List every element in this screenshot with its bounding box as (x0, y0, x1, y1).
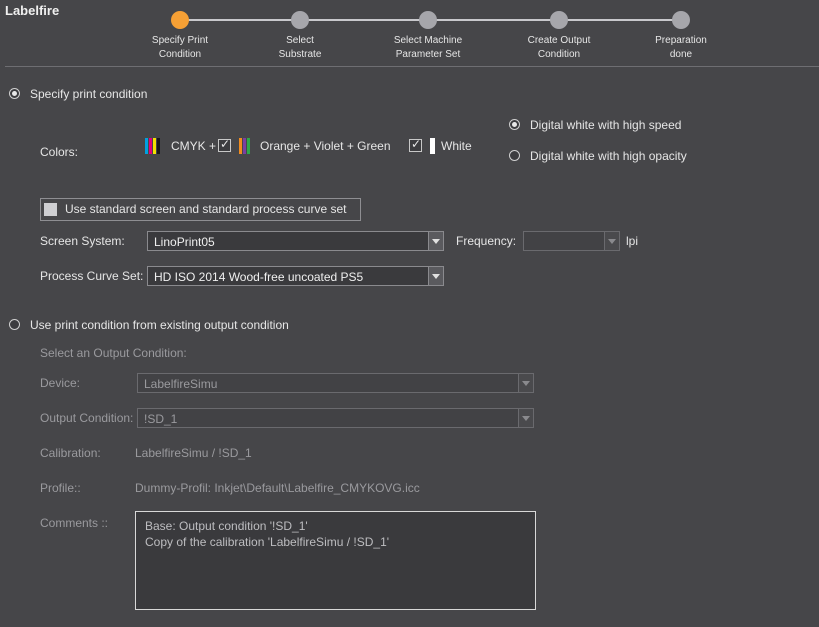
screen-system-label: Screen System: (40, 234, 125, 248)
device-label: Device: (40, 376, 81, 390)
wizard-connector (436, 19, 551, 21)
calibration-value: LabelfireSimu / !SD_1 (135, 446, 252, 460)
output-condition-select[interactable]: !SD_1 (137, 408, 534, 428)
orange-violet-green-checkbox[interactable] (218, 137, 231, 152)
step-label-line: Condition (537, 49, 581, 60)
comments-label: Comments :: (40, 516, 109, 530)
step-label-line: Specify Print (151, 35, 209, 46)
screen-system-select[interactable]: LinoPrint05 (147, 231, 444, 251)
process-curve-value: HD ISO 2014 Wood-free uncoated PS5 (154, 270, 364, 284)
device-value: LabelfireSimu (144, 377, 218, 391)
device-select[interactable]: LabelfireSimu (137, 373, 534, 393)
comments-line: Base: Output condition '!SD_1' (145, 519, 308, 533)
process-curve-label: Process Curve Set: (40, 269, 144, 283)
wizard-step-3-label[interactable]: Select Machine Parameter Set (373, 34, 483, 62)
chevron-down-icon[interactable] (428, 267, 443, 285)
white-high-speed-radio[interactable] (509, 119, 520, 130)
profile-value: Dummy-Profil: Inkjet\Default\Labelfire_C… (135, 481, 420, 495)
wizard-step-4-label[interactable]: Create Output Condition (504, 34, 614, 62)
calibration-label: Calibration: (40, 446, 101, 460)
cmyk-label: CMYK + (171, 139, 217, 153)
output-condition-label: Output Condition: (40, 411, 134, 425)
step-label-line: Substrate (278, 49, 322, 60)
chevron-down-icon[interactable] (604, 232, 619, 250)
wizard-step-5-label[interactable]: Preparation done (626, 34, 736, 62)
profile-label: Profile:: (40, 481, 81, 495)
orange-violet-green-label: Orange + Violet + Green (260, 139, 391, 153)
wizard-step-2-dot[interactable] (291, 11, 309, 29)
white-high-opacity-radio[interactable] (509, 150, 520, 161)
step-label-line: Preparation (655, 35, 707, 46)
step-label-line: Parameter Set (395, 49, 461, 60)
wizard-step-1-dot[interactable] (171, 11, 189, 29)
white-high-speed-label: Digital white with high speed (530, 118, 682, 132)
colors-label: Colors: (40, 145, 79, 159)
use-standard-checkbox[interactable] (44, 203, 57, 216)
existing-output-condition-radio[interactable] (9, 319, 20, 330)
screen-system-value: LinoPrint05 (154, 235, 215, 249)
frequency-unit: lpi (626, 234, 639, 248)
chevron-down-icon[interactable] (518, 409, 533, 427)
specify-print-condition-label: Specify print condition (30, 87, 148, 101)
step-label-line: Condition (158, 49, 202, 60)
comments-textarea[interactable]: Base: Output condition '!SD_1' Copy of t… (135, 511, 536, 610)
cmyk-swatch-icon (145, 138, 160, 154)
white-checkbox[interactable] (409, 137, 422, 152)
white-swatch-icon (430, 138, 435, 154)
wizard-connector (188, 19, 292, 21)
orange-violet-green-swatch-icon (239, 138, 250, 154)
white-label: White (441, 139, 472, 153)
step-label-line: Select Machine (393, 35, 463, 46)
select-output-condition-heading: Select an Output Condition: (40, 346, 187, 360)
specify-print-condition-radio[interactable] (9, 88, 20, 99)
chevron-down-icon[interactable] (518, 374, 533, 392)
white-high-opacity-label: Digital white with high opacity (530, 149, 687, 163)
existing-output-condition-label: Use print condition from existing output… (30, 318, 289, 332)
chevron-down-icon[interactable] (428, 232, 443, 250)
process-curve-select[interactable]: HD ISO 2014 Wood-free uncoated PS5 (147, 266, 444, 286)
step-label-line: Create Output (527, 35, 591, 46)
output-condition-value: !SD_1 (144, 412, 178, 426)
wizard-step-2-label[interactable]: Select Substrate (245, 34, 355, 62)
wizard-step-5-dot[interactable] (672, 11, 690, 29)
wizard-step-1-label[interactable]: Specify Print Condition (125, 34, 235, 62)
wizard-connector (567, 19, 673, 21)
comments-line: Copy of the calibration 'LabelfireSimu /… (145, 535, 390, 549)
wizard-connector (308, 19, 420, 21)
wizard-step-4-dot[interactable] (550, 11, 568, 29)
frequency-label: Frequency: (456, 234, 517, 248)
step-label-line: Select (286, 35, 314, 46)
wizard-step-3-dot[interactable] (419, 11, 437, 29)
step-label-line: done (669, 49, 693, 60)
use-standard-label: Use standard screen and standard process… (65, 202, 347, 216)
app-title: Labelfire (5, 3, 60, 18)
header-divider (5, 66, 819, 67)
frequency-select[interactable] (523, 231, 620, 251)
